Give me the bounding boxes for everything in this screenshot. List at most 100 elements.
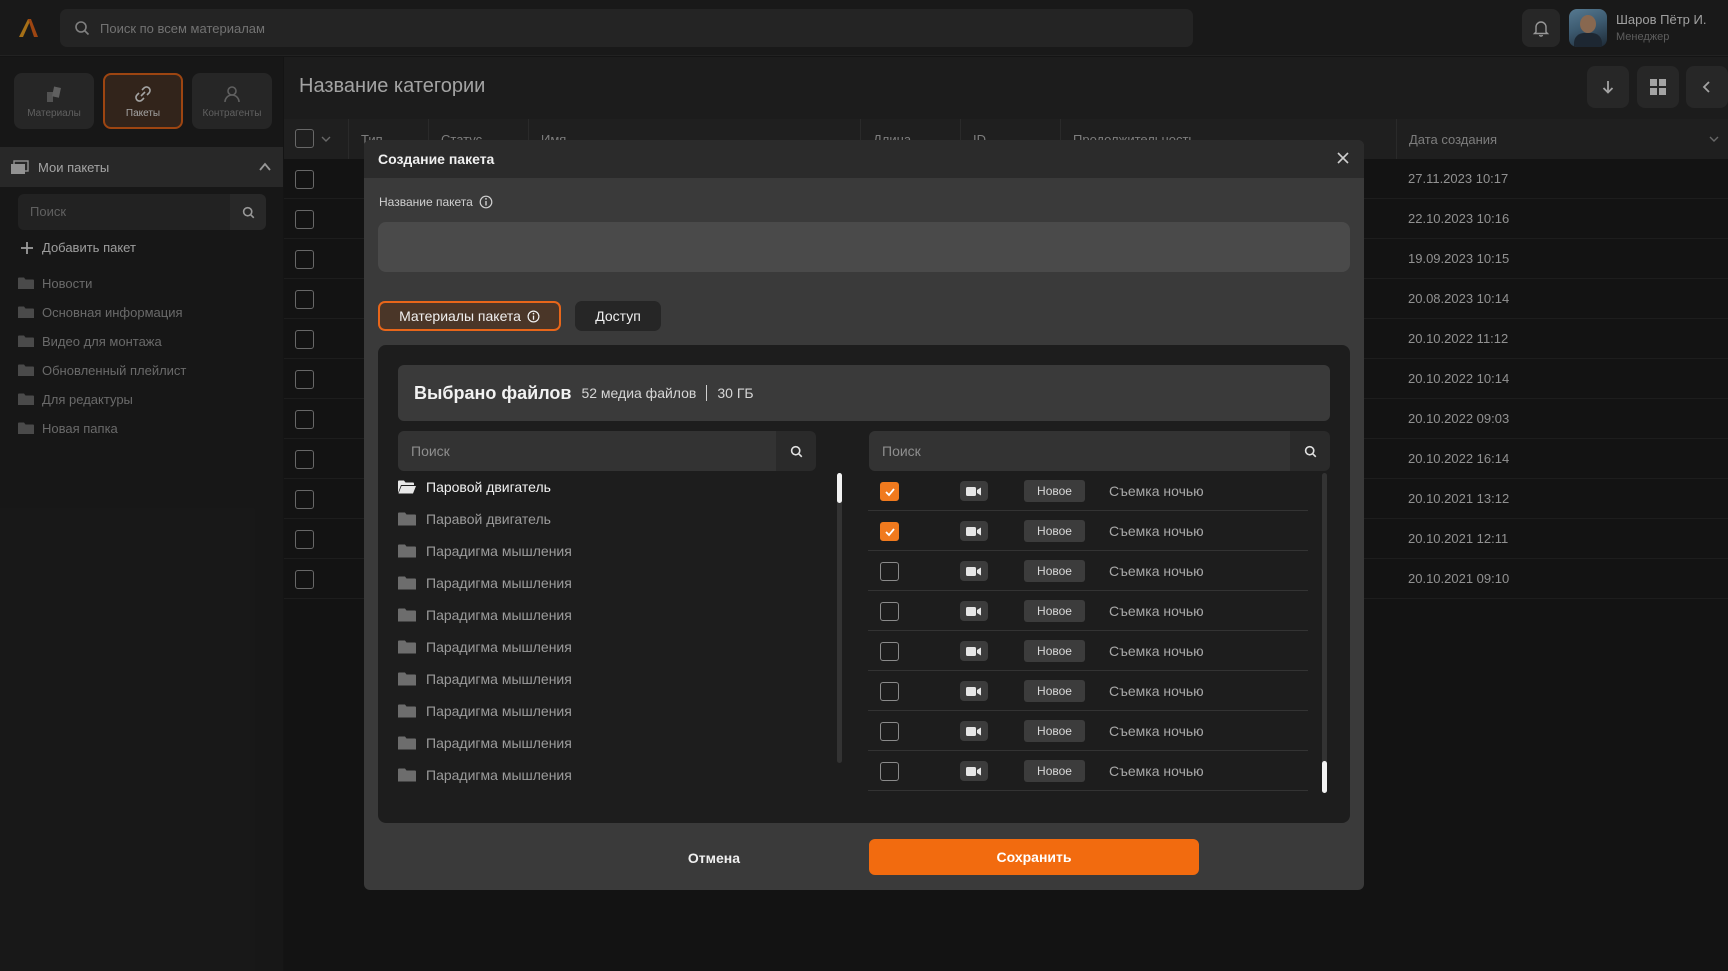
- file-checkbox[interactable]: [880, 482, 899, 501]
- file-name: Съемка ночью: [1109, 763, 1204, 779]
- tree-folder-label: Парадигма мышления: [426, 671, 572, 687]
- tab-label: Доступ: [595, 308, 641, 324]
- package-name-input[interactable]: [378, 222, 1350, 272]
- video-camera-icon: [960, 681, 988, 701]
- file-name: Съемка ночью: [1109, 683, 1204, 699]
- tree-folder-item[interactable]: Паровой двигатель: [398, 471, 828, 503]
- file-checkbox[interactable]: [880, 602, 899, 621]
- file-name: Съемка ночью: [1109, 723, 1204, 739]
- file-checkbox[interactable]: [880, 522, 899, 541]
- folder-icon: [398, 736, 416, 750]
- folder-icon: [398, 544, 416, 558]
- tree-folder-item[interactable]: Парадигма мышления: [398, 535, 828, 567]
- tree-folder-item[interactable]: Парадигма мышления: [398, 663, 828, 695]
- tree-folder-label: Парадигма мышления: [426, 607, 572, 623]
- video-camera-icon: [960, 601, 988, 621]
- dialog-header: Создание пакета: [364, 140, 1364, 178]
- file-row[interactable]: Новое Съемка ночью: [868, 751, 1308, 791]
- video-camera-icon: [960, 641, 988, 661]
- divider: [706, 385, 708, 401]
- folder-scrollbar-thumb[interactable]: [837, 473, 842, 503]
- file-row[interactable]: Новое Съемка ночью: [868, 591, 1308, 631]
- info-icon[interactable]: [479, 195, 493, 209]
- video-camera-icon: [960, 561, 988, 581]
- file-checkbox[interactable]: [880, 642, 899, 661]
- folder-search-input[interactable]: Поиск: [398, 431, 776, 471]
- cancel-button[interactable]: Отмена: [614, 840, 814, 876]
- file-scrollbar-thumb[interactable]: [1322, 761, 1327, 793]
- status-badge: Новое: [1024, 760, 1085, 782]
- status-badge: Новое: [1024, 480, 1085, 502]
- package-name-label-text: Название пакета: [379, 195, 473, 209]
- materials-panel: Выбрано файлов 52 медиа файлов 30 ГБ Пои…: [378, 345, 1350, 823]
- file-name: Съемка ночью: [1109, 523, 1204, 539]
- video-camera-icon: [960, 481, 988, 501]
- tree-folder-label: Парадигма мышления: [426, 639, 572, 655]
- info-icon: [527, 310, 540, 322]
- selected-files-summary: Выбрано файлов 52 медиа файлов 30 ГБ: [398, 365, 1330, 421]
- file-row[interactable]: Новое Съемка ночью: [868, 631, 1308, 671]
- file-name: Съемка ночью: [1109, 643, 1204, 659]
- status-badge: Новое: [1024, 680, 1085, 702]
- check-icon: [884, 487, 895, 496]
- folder-icon: [398, 512, 416, 526]
- file-scrollbar[interactable]: [1322, 473, 1327, 793]
- file-name: Съемка ночью: [1109, 603, 1204, 619]
- video-camera-icon: [960, 721, 988, 741]
- file-row[interactable]: Новое Съемка ночью: [868, 671, 1308, 711]
- status-badge: Новое: [1024, 640, 1085, 662]
- file-row[interactable]: Новое Съемка ночью: [868, 471, 1308, 511]
- status-badge: Новое: [1024, 720, 1085, 742]
- tree-folder-item[interactable]: Парадигма мышления: [398, 567, 828, 599]
- tree-folder-item[interactable]: Парадигма мышления: [398, 727, 828, 759]
- folder-tree: Паровой двигатель Паравой двигатель Пара…: [398, 471, 828, 791]
- search-icon: [790, 445, 802, 457]
- tab-label: Материалы пакета: [399, 308, 521, 324]
- status-badge: Новое: [1024, 600, 1085, 622]
- tab-package-materials[interactable]: Материалы пакета: [378, 301, 561, 331]
- folder-icon: [398, 576, 416, 590]
- tree-folder-item[interactable]: Паравой двигатель: [398, 503, 828, 535]
- tree-folder-item[interactable]: Парадигма мышления: [398, 695, 828, 727]
- create-package-dialog: Создание пакета Название пакета Материал…: [364, 140, 1364, 890]
- folder-search-button[interactable]: [776, 431, 816, 471]
- file-row[interactable]: Новое Съемка ночью: [868, 711, 1308, 751]
- file-checkbox[interactable]: [880, 682, 899, 701]
- folder-icon: [398, 704, 416, 718]
- folder-icon: [398, 768, 416, 782]
- video-camera-icon: [960, 521, 988, 541]
- folder-search: Поиск: [398, 431, 816, 471]
- selected-title: Выбрано файлов: [414, 382, 572, 403]
- file-checkbox[interactable]: [880, 722, 899, 741]
- tree-folder-item[interactable]: Парадигма мышления: [398, 759, 828, 791]
- tree-folder-label: Парадигма мышления: [426, 543, 572, 559]
- file-checkbox[interactable]: [880, 562, 899, 581]
- file-row[interactable]: Новое Съемка ночью: [868, 551, 1308, 591]
- folder-scrollbar[interactable]: [837, 473, 842, 763]
- tree-folder-label: Парадигма мышления: [426, 767, 572, 783]
- folder-icon: [398, 672, 416, 686]
- file-search: Поиск: [869, 431, 1330, 471]
- tree-folder-label: Паровой двигатель: [426, 479, 551, 495]
- tree-folder-label: Парадигма мышления: [426, 575, 572, 591]
- tree-folder-label: Паравой двигатель: [426, 511, 551, 527]
- dialog-title: Создание пакета: [378, 151, 495, 167]
- file-name: Съемка ночью: [1109, 563, 1204, 579]
- tree-folder-item[interactable]: Парадигма мышления: [398, 631, 828, 663]
- file-checkbox[interactable]: [880, 762, 899, 781]
- file-search-input[interactable]: Поиск: [869, 431, 1290, 471]
- folder-icon: [398, 640, 416, 654]
- close-icon[interactable]: [1336, 151, 1350, 165]
- check-icon: [884, 527, 895, 536]
- status-badge: Новое: [1024, 560, 1085, 582]
- file-list: Новое Съемка ночью Новое Съемка ночью Но…: [868, 471, 1308, 791]
- video-camera-icon: [960, 761, 988, 781]
- package-name-label: Название пакета: [379, 195, 493, 209]
- file-row[interactable]: Новое Съемка ночью: [868, 511, 1308, 551]
- file-search-button[interactable]: [1290, 431, 1330, 471]
- selected-size: 30 ГБ: [717, 385, 754, 401]
- tab-access[interactable]: Доступ: [575, 301, 661, 331]
- tree-folder-item[interactable]: Парадигма мышления: [398, 599, 828, 631]
- save-button[interactable]: Сохранить: [869, 839, 1199, 875]
- search-icon: [1304, 445, 1316, 457]
